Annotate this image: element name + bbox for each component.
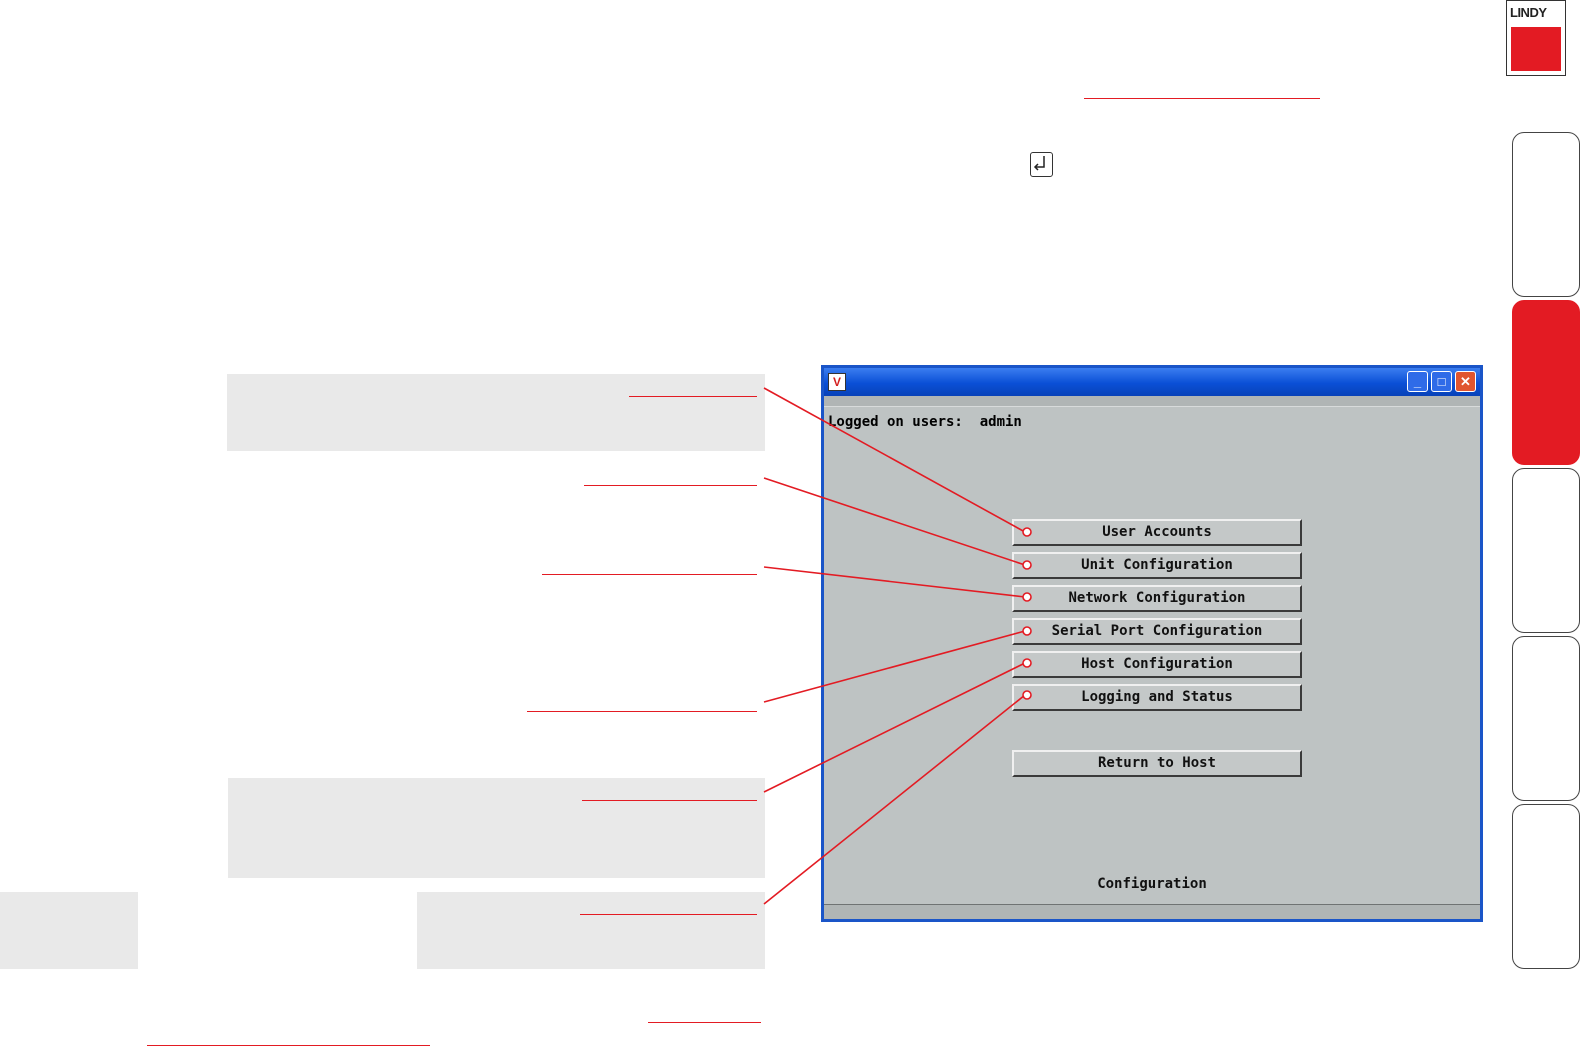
configuration-window: V _ □ ✕ Logged on users: admin User Acco… bbox=[821, 365, 1483, 922]
logo-red-square bbox=[1511, 27, 1561, 71]
logo-text: LINDY bbox=[1510, 5, 1547, 20]
enter-key-icon bbox=[1030, 152, 1053, 177]
window-bottom-strip bbox=[824, 904, 1480, 919]
link-underline-bottom-left[interactable] bbox=[147, 1045, 430, 1046]
logged-on-user: admin bbox=[979, 414, 1022, 430]
lindy-logo: LINDY bbox=[1506, 0, 1566, 76]
window-titlebar[interactable]: V _ □ ✕ bbox=[824, 368, 1480, 396]
link-underline-bottom-right[interactable] bbox=[648, 1022, 761, 1023]
link-underline-network-configuration[interactable] bbox=[542, 574, 757, 575]
host-configuration-button[interactable]: Host Configuration bbox=[1012, 651, 1302, 678]
logging-and-status-button[interactable]: Logging and Status bbox=[1012, 684, 1302, 711]
side-tab-3[interactable] bbox=[1512, 468, 1580, 633]
link-underline-logging[interactable] bbox=[580, 914, 757, 915]
user-accounts-button[interactable]: User Accounts bbox=[1012, 519, 1302, 546]
link-underline-serial-port[interactable] bbox=[527, 711, 757, 712]
network-configuration-button[interactable]: Network Configuration bbox=[1012, 585, 1302, 612]
annotation-box-left bbox=[0, 892, 138, 969]
serial-port-configuration-button[interactable]: Serial Port Configuration bbox=[1012, 618, 1302, 645]
annotation-box-host-configuration bbox=[228, 778, 765, 878]
side-tab-5[interactable] bbox=[1512, 804, 1580, 969]
return-to-host-button[interactable]: Return to Host bbox=[1012, 750, 1302, 777]
status-label: Configuration bbox=[1097, 876, 1207, 892]
link-underline-unit-configuration[interactable] bbox=[584, 485, 757, 486]
logged-on-users: Logged on users: admin bbox=[828, 414, 1022, 430]
window-menu-strip bbox=[824, 396, 1480, 407]
annotation-box-logging bbox=[417, 892, 765, 969]
maximize-icon[interactable]: □ bbox=[1431, 371, 1452, 392]
annotation-box-user-accounts bbox=[227, 374, 765, 451]
app-icon: V bbox=[828, 373, 846, 391]
unit-configuration-button[interactable]: Unit Configuration bbox=[1012, 552, 1302, 579]
link-underline-host-configuration[interactable] bbox=[582, 800, 757, 801]
minimize-icon[interactable]: _ bbox=[1407, 371, 1428, 392]
link-underline-top[interactable] bbox=[1084, 98, 1320, 99]
logged-on-label: Logged on users: bbox=[828, 414, 963, 430]
side-tab-4[interactable] bbox=[1512, 636, 1580, 801]
side-tab-2-active[interactable] bbox=[1512, 300, 1580, 465]
close-icon[interactable]: ✕ bbox=[1455, 371, 1476, 392]
link-underline-user-accounts[interactable] bbox=[629, 396, 757, 397]
side-tab-1[interactable] bbox=[1512, 132, 1580, 297]
